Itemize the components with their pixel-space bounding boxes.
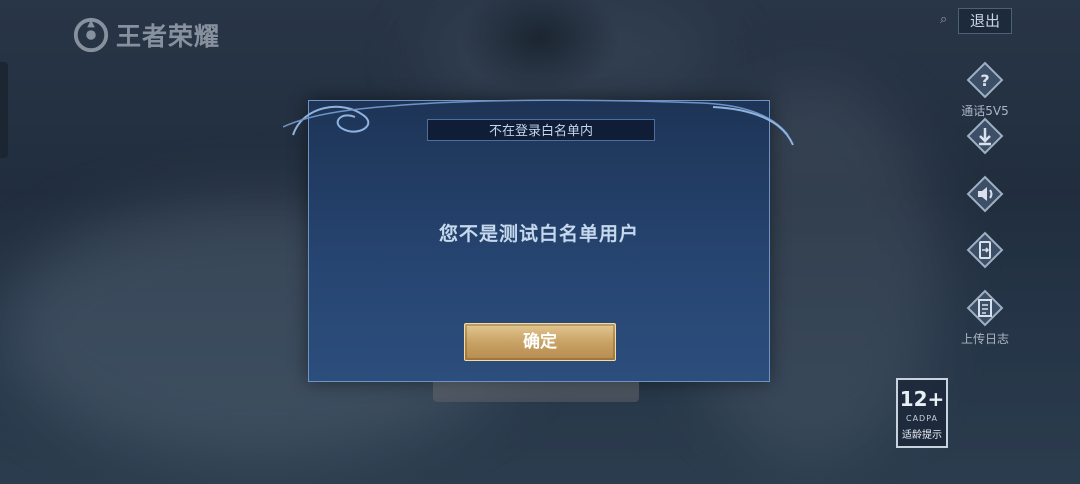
logo-emblem-icon bbox=[73, 17, 109, 53]
menu-item-sound[interactable] bbox=[955, 174, 1015, 218]
svg-text:?: ? bbox=[980, 71, 989, 90]
clipboard-icon bbox=[966, 289, 1004, 327]
menu-item-voice-5v5[interactable]: ? 通话5V5 bbox=[955, 60, 1015, 119]
question-icon: ? bbox=[966, 61, 1004, 99]
age-rating-org: CADPA bbox=[905, 414, 938, 423]
switch-icon bbox=[966, 231, 1004, 269]
speaker-icon bbox=[966, 175, 1004, 213]
menu-item-download[interactable] bbox=[955, 116, 1015, 160]
menu-item-label: 上传日志 bbox=[960, 332, 1009, 346]
dialog-message: 您不是测试白名单用户 bbox=[438, 223, 639, 245]
footer-legal-text bbox=[0, 452, 1080, 484]
dialog-title: 不在登录白名单内 bbox=[488, 124, 593, 139]
age-rating-badge[interactable]: 12+ CADPA 适龄提示 bbox=[896, 378, 948, 448]
side-pull-tab[interactable] bbox=[0, 62, 8, 158]
age-rating-number: 12+ bbox=[899, 387, 945, 411]
whitelist-dialog: 不在登录白名单内 您不是测试白名单用户 确定 bbox=[283, 99, 794, 382]
menu-item-upload-log[interactable]: 上传日志 bbox=[955, 288, 1015, 347]
menu-item-switch[interactable] bbox=[955, 230, 1015, 274]
search-icon[interactable]: ⌕ bbox=[940, 12, 947, 27]
download-icon bbox=[966, 117, 1004, 155]
game-logo: 王者荣耀 bbox=[72, 16, 220, 54]
dialog-title-bar: 不在登录白名单内 bbox=[427, 119, 655, 141]
logo-text: 王者荣耀 bbox=[116, 22, 221, 51]
age-rating-tip: 适龄提示 bbox=[902, 430, 942, 441]
exit-button[interactable]: 退出 bbox=[958, 8, 1012, 34]
confirm-button[interactable]: 确定 bbox=[464, 323, 616, 361]
